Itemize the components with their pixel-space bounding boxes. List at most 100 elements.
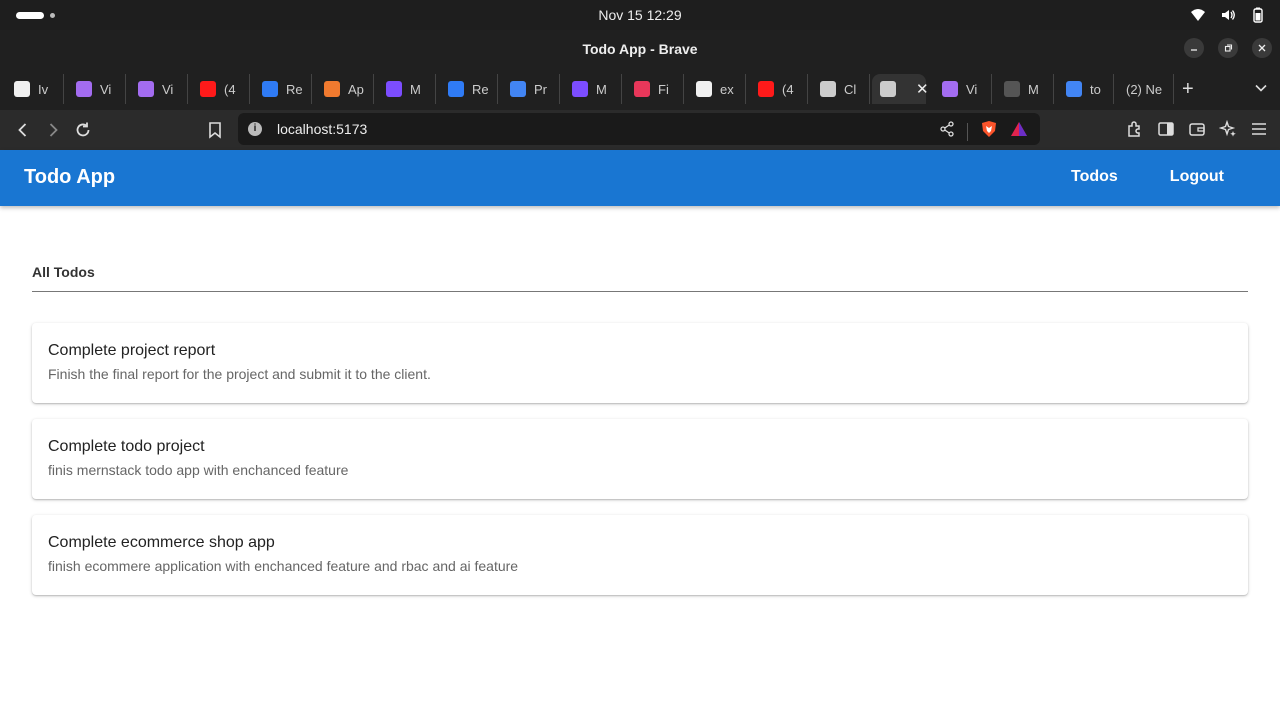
brave-shields-icon[interactable]: [980, 120, 998, 143]
tab-title: Vi: [100, 81, 112, 97]
menu-icon[interactable]: [1250, 120, 1268, 143]
close-tab-icon[interactable]: ✕: [916, 80, 929, 98]
tab[interactable]: to: [1058, 74, 1114, 104]
logout-button[interactable]: Logout: [1170, 168, 1224, 186]
window-title: Todo App - Brave: [582, 41, 698, 57]
reload-button[interactable]: [74, 121, 92, 144]
close-icon: [1258, 44, 1266, 52]
tab-title: (4: [224, 81, 236, 97]
bookmark-icon: [209, 122, 221, 139]
todo-card[interactable]: Complete ecommerce shop app finish ecomm…: [32, 515, 1248, 595]
todo-title: Complete todo project: [48, 438, 205, 455]
reload-icon: [76, 122, 90, 137]
share-icon[interactable]: [939, 121, 955, 142]
vite-icon: [76, 81, 92, 97]
divider: [967, 122, 968, 141]
restore-button[interactable]: [1218, 38, 1238, 58]
extensions-icon[interactable]: [1126, 120, 1144, 143]
app-nav: Todos Logout: [1071, 168, 1224, 186]
tab[interactable]: (2) Ne: [1118, 74, 1174, 104]
tab-title: Iv: [38, 81, 49, 97]
github-icon: [14, 81, 30, 97]
battery-icon: [1250, 7, 1266, 23]
todo-card[interactable]: Complete project report Finish the final…: [32, 323, 1248, 403]
tab-title: Fi: [658, 81, 669, 97]
restore-icon: [1224, 44, 1233, 52]
tab-list-button[interactable]: [1254, 81, 1268, 100]
back-button[interactable]: [14, 121, 32, 144]
youtube-icon: [758, 81, 774, 97]
list-icon: [386, 81, 402, 97]
url-text[interactable]: localhost:5173: [277, 121, 367, 137]
minimize-icon: [1191, 49, 1197, 51]
section-title: All Todos: [32, 264, 95, 280]
chatgpt-icon: [820, 81, 836, 97]
tab[interactable]: Vi: [68, 74, 126, 104]
medium-icon: [1004, 81, 1020, 97]
tab-title: M: [596, 81, 607, 97]
tab[interactable]: M: [996, 74, 1054, 104]
forward-button[interactable]: [44, 121, 62, 144]
tab[interactable]: Vi: [934, 74, 992, 104]
bookmark-button[interactable]: [207, 121, 223, 144]
tab-title: to: [1090, 81, 1101, 97]
tab[interactable]: M: [378, 74, 436, 104]
tab[interactable]: Fi: [626, 74, 684, 104]
tab-active[interactable]: ✕: [872, 74, 929, 104]
tab-title: Ap: [348, 81, 364, 97]
vite-icon: [138, 81, 154, 97]
vite-icon: [942, 81, 958, 97]
tab[interactable]: Iv: [6, 74, 64, 104]
todo-card[interactable]: Complete todo project finis mernstack to…: [32, 419, 1248, 499]
new-tab-button[interactable]: +: [1182, 79, 1194, 99]
tab-strip: Iv Vi Vi (4 Re Ap M Re Pr M Fi ex (4 Cl …: [0, 68, 1280, 110]
wifi-icon: [1190, 7, 1206, 23]
tab-title: Vi: [966, 81, 978, 97]
forward-icon: [49, 123, 58, 137]
todo-title: Complete ecommerce shop app: [48, 534, 275, 551]
os-clock[interactable]: Nov 15 12:29: [0, 7, 1280, 23]
todo-description: finish ecommere application with enchanc…: [48, 558, 519, 574]
wallet-icon[interactable]: [1188, 120, 1206, 143]
youtube-icon: [200, 81, 216, 97]
os-top-bar: Nov 15 12:29: [0, 0, 1280, 30]
docs-icon: [510, 81, 526, 97]
todo-title: Complete project report: [48, 342, 216, 359]
tab-title: Pr: [534, 81, 547, 97]
list-icon: [572, 81, 588, 97]
leo-ai-icon[interactable]: [1218, 119, 1237, 143]
github-icon: [696, 81, 712, 97]
checkbox-icon: [880, 81, 896, 97]
tab-title: Re: [472, 81, 489, 97]
sidebar-icon[interactable]: [1157, 120, 1175, 143]
mui-icon: [262, 81, 278, 97]
tab-title: (2) Ne: [1126, 81, 1163, 97]
app-header: Todo App Todos Logout: [0, 150, 1280, 206]
address-bar[interactable]: i localhost:5173: [238, 113, 1040, 145]
system-tray[interactable]: [1190, 7, 1266, 23]
tab-title: (4: [782, 81, 794, 97]
tab[interactable]: Ap: [316, 74, 374, 104]
tab-title: M: [1028, 81, 1039, 97]
todos-nav-button[interactable]: Todos: [1071, 168, 1118, 186]
minimize-button[interactable]: [1184, 38, 1204, 58]
tab[interactable]: ex: [688, 74, 746, 104]
close-window-button[interactable]: [1252, 38, 1272, 58]
tab-title: M: [410, 81, 421, 97]
tab[interactable]: Re: [254, 74, 312, 104]
todo-description: finis mernstack todo app with enchanced …: [48, 462, 349, 478]
chevron-down-icon: [1255, 84, 1267, 92]
browser-toolbar: i localhost:5173: [0, 110, 1280, 150]
brave-rewards-icon[interactable]: [1010, 120, 1028, 143]
tab-title: Vi: [162, 81, 174, 97]
tab[interactable]: Vi: [130, 74, 188, 104]
tab[interactable]: Re: [440, 74, 498, 104]
site-info-icon[interactable]: i: [248, 122, 262, 136]
tab-title: Re: [286, 81, 303, 97]
tab[interactable]: Cl: [812, 74, 870, 104]
app-title[interactable]: Todo App: [24, 166, 115, 189]
tab[interactable]: Pr: [502, 74, 560, 104]
tab[interactable]: M: [564, 74, 622, 104]
tab[interactable]: (4: [192, 74, 250, 104]
tab[interactable]: (4: [750, 74, 808, 104]
